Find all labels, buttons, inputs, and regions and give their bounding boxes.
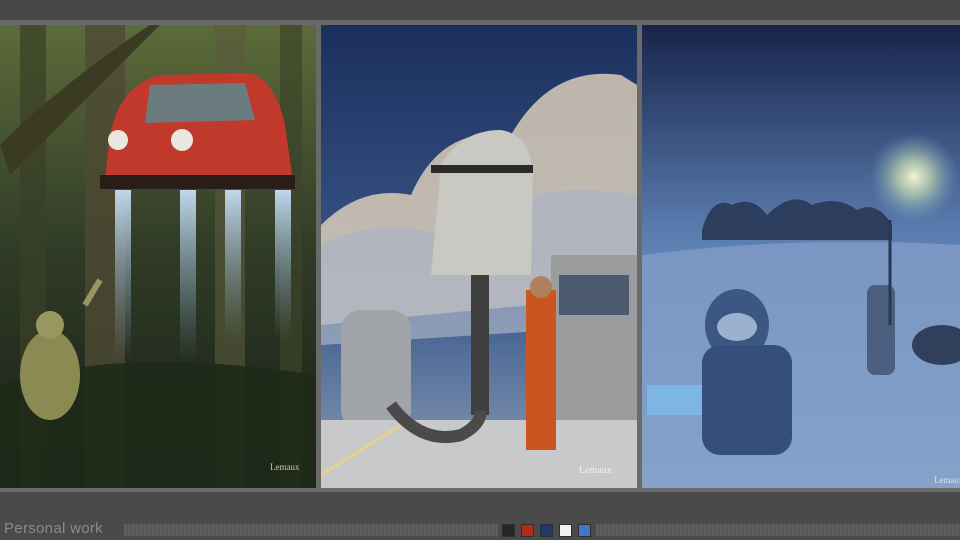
artwork-signature-2: Lemaux xyxy=(579,465,612,476)
thumbnail-swatch-5[interactable] xyxy=(578,524,591,537)
progress-stripe-right xyxy=(596,524,960,536)
artwork-panel-1[interactable]: Lemaux xyxy=(0,25,316,488)
section-title: Personal work xyxy=(4,520,103,537)
artwork-panel-2[interactable]: Lemaux xyxy=(321,25,637,488)
thumbnail-swatch-4[interactable] xyxy=(559,524,572,537)
progress-stripe-left xyxy=(124,524,498,536)
artwork-image-frozen: Lemaux xyxy=(642,25,960,488)
top-bar xyxy=(0,0,960,20)
thumbnail-swatch-1[interactable] xyxy=(502,524,515,537)
artwork-image-robot: Lemaux xyxy=(321,25,637,488)
artwork-signature-3: Lemaux xyxy=(934,475,960,485)
artwork-image-jungle: Lemaux xyxy=(0,25,316,488)
thumbnail-swatch-2[interactable] xyxy=(521,524,534,537)
thumbnail-swatch-3[interactable] xyxy=(540,524,553,537)
artwork-panel-3[interactable]: Lemaux xyxy=(642,25,960,488)
artwork-signature-1: Lemaux xyxy=(270,462,300,472)
